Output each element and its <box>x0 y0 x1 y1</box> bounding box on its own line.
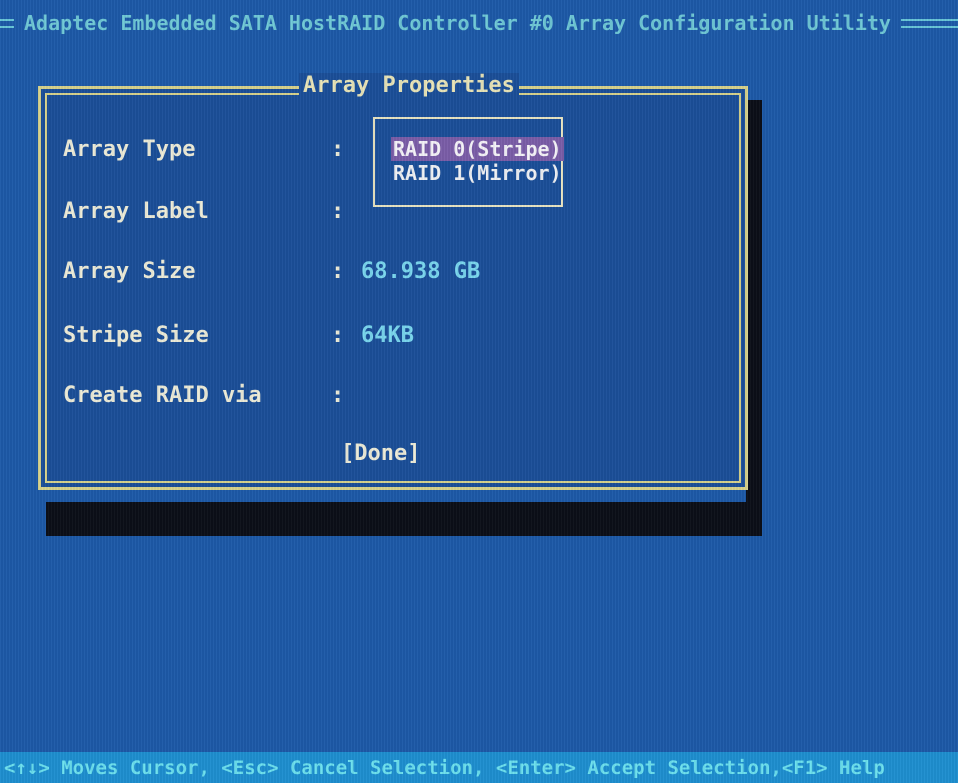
bios-screen: Adaptec Embedded SATA HostRAID Controlle… <box>0 0 958 783</box>
create-raid-via-colon: : <box>331 383 345 408</box>
utility-title: Adaptec Embedded SATA HostRAID Controlle… <box>24 11 891 35</box>
stripe-size-label: Stripe Size <box>63 323 209 348</box>
create-raid-via-label: Create RAID via <box>63 383 262 408</box>
title-rule-left <box>0 18 14 28</box>
title-rule-right <box>900 18 958 28</box>
stripe-size-value[interactable]: 64KB <box>361 323 414 348</box>
array-label-label: Array Label <box>63 199 209 224</box>
title-bar: Adaptec Embedded SATA HostRAID Controlle… <box>0 8 958 38</box>
array-size-label: Array Size <box>63 259 196 284</box>
dropdown-option-raid0[interactable]: RAID 0(Stripe) <box>391 137 564 161</box>
dialog-shadow-right <box>746 100 762 536</box>
dropdown-option-raid1[interactable]: RAID 1(Mirror) <box>391 161 564 185</box>
status-bar: <↑↓> Moves Cursor, <Esc> Cancel Selectio… <box>0 752 958 783</box>
done-button[interactable]: [Done] <box>341 441 420 466</box>
array-type-dropdown[interactable]: RAID 0(Stripe) RAID 1(Mirror) <box>373 117 564 207</box>
array-label-colon: : <box>331 199 345 224</box>
array-size-colon: : <box>331 259 345 284</box>
dialog-title: Array Properties <box>299 73 519 99</box>
array-properties-dialog: Array Properties Array Type : Array Labe… <box>38 73 748 490</box>
key-help-text: <↑↓> Moves Cursor, <Esc> Cancel Selectio… <box>4 756 885 779</box>
stripe-size-colon: : <box>331 323 345 348</box>
dialog-shadow-bottom <box>46 502 762 536</box>
array-type-label: Array Type <box>63 137 196 162</box>
array-type-colon: : <box>331 137 345 162</box>
array-size-value[interactable]: 68.938 GB <box>361 259 480 284</box>
